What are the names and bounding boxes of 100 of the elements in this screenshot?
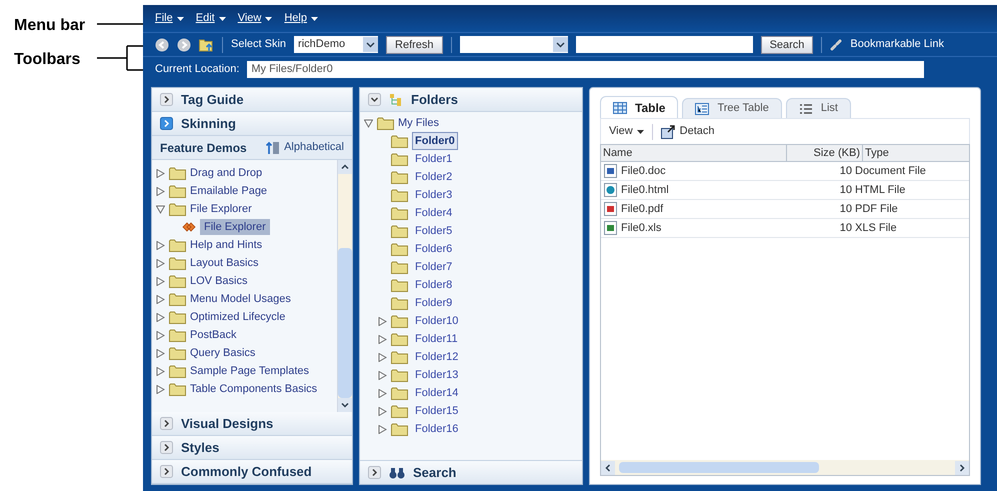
scroll-up-icon[interactable]	[338, 160, 352, 174]
folder-icon	[391, 314, 408, 328]
tree-item[interactable]: Folder10	[412, 312, 462, 330]
menu-item[interactable]: Help	[284, 10, 318, 27]
scroll-thumb[interactable]	[619, 462, 819, 473]
tree-item[interactable]: Folder0	[412, 132, 458, 150]
forward-icon[interactable]	[177, 38, 191, 52]
annotation-label: Toolbars	[14, 50, 80, 70]
tree-item[interactable]: Folder16	[412, 420, 462, 438]
folder-icon	[169, 346, 186, 360]
view-tab[interactable]: Tree Table	[682, 98, 782, 118]
accordion-header[interactable]: Tag Guide	[152, 88, 352, 112]
view-tab[interactable]: Table	[600, 96, 678, 118]
caret-icon	[265, 16, 272, 20]
refresh-button[interactable]: Refresh	[386, 36, 443, 54]
scroll-left-icon[interactable]	[601, 460, 615, 474]
tree-item[interactable]: Sample Page Templates	[190, 362, 310, 380]
skin-dropdown[interactable]: richDemo	[294, 36, 378, 53]
binoculars-icon	[389, 466, 405, 478]
tree-item[interactable]: Menu Model Usages	[190, 290, 291, 308]
tree-item[interactable]: File Explorer	[200, 218, 270, 236]
chevron-right-icon[interactable]	[368, 466, 381, 479]
menu-item[interactable]: View	[238, 10, 272, 27]
tree-item[interactable]: Folder14	[412, 384, 462, 402]
hierarchy-icon	[389, 92, 403, 106]
folder-icon	[169, 364, 186, 378]
search-field[interactable]	[576, 36, 753, 53]
tree-item[interactable]: PostBack	[190, 326, 236, 344]
chevron-down-icon[interactable]	[368, 93, 381, 106]
tree-item[interactable]: Folder12	[412, 348, 462, 366]
folder-icon	[169, 382, 186, 396]
bookmarkable-link[interactable]: Bookmarkable Link	[850, 36, 944, 53]
chevron-right-icon[interactable]	[160, 417, 173, 430]
table-cell-text: File0.doc	[621, 164, 666, 179]
menu-item[interactable]: Edit	[196, 10, 226, 27]
column-header[interactable]: Type	[863, 145, 969, 161]
folder-icon	[391, 206, 408, 220]
chevron-right-icon[interactable]	[160, 465, 173, 478]
folder-icon	[391, 350, 408, 364]
tree-item[interactable]: LOV Basics	[190, 272, 248, 290]
horizontal-scrollbar[interactable]	[601, 460, 969, 475]
tree-item[interactable]: Help and Hints	[190, 236, 262, 254]
sort-button[interactable]: Alphabetical	[266, 139, 344, 156]
tree-item[interactable]: Folder8	[412, 276, 456, 294]
folder-icon	[391, 188, 408, 202]
collapse-arrow-icon[interactable]	[156, 204, 165, 214]
accordion-header[interactable]: Visual Designs	[152, 412, 352, 436]
tree-item[interactable]: Emailable Page	[190, 182, 268, 200]
section-title: Skinning	[181, 114, 236, 133]
scroll-down-icon[interactable]	[338, 398, 352, 412]
table-cell-text: PDF File	[854, 202, 899, 217]
diamond-arrows-icon	[182, 222, 196, 232]
tree-item[interactable]: Query Basics	[190, 344, 256, 362]
accordion-header[interactable]: Commonly Confused	[152, 460, 352, 484]
tree-item[interactable]: My Files	[398, 114, 439, 132]
tree-item[interactable]: Folder11	[412, 330, 461, 348]
folder-up-icon[interactable]	[199, 38, 214, 52]
chevron-right-icon[interactable]	[160, 117, 173, 130]
tree-item[interactable]: Folder9	[412, 294, 456, 312]
tree-item[interactable]: Folder6	[412, 240, 456, 258]
tree-item[interactable]: Layout Basics	[190, 254, 258, 272]
location-field[interactable]: My Files/Folder0	[247, 60, 924, 78]
table-cell-text: File0.pdf	[621, 202, 664, 217]
collapse-arrow-icon[interactable]	[364, 118, 373, 128]
detach-button[interactable]: Detach	[660, 123, 715, 140]
view-menu[interactable]: View	[609, 123, 644, 140]
accordion-header[interactable]: Skinning	[152, 112, 352, 136]
column-header[interactable]: Size (KB)	[787, 145, 863, 161]
scroll-right-icon[interactable]	[955, 460, 969, 474]
tree-item[interactable]: Folder7	[412, 258, 456, 276]
sort-icon	[266, 140, 280, 154]
chevron-right-icon[interactable]	[160, 441, 173, 454]
table-cell-text: 10	[838, 182, 852, 198]
tree-item[interactable]: Table Components Basics	[190, 380, 318, 398]
tree-item[interactable]: File Explorer	[190, 200, 252, 218]
folder-icon	[169, 256, 186, 270]
view-tab[interactable]: List	[786, 98, 851, 118]
chevron-right-icon[interactable]	[160, 93, 173, 106]
folder-icon	[391, 332, 408, 346]
scroll-thumb[interactable]	[338, 248, 352, 398]
accordion-header[interactable]: Styles	[152, 436, 352, 460]
column-header[interactable]: Name	[601, 145, 787, 161]
table-cell-text: HTML File	[854, 182, 906, 198]
tree-item[interactable]: Folder13	[412, 366, 462, 384]
tree-item[interactable]: Folder3	[412, 186, 456, 204]
search-button[interactable]: Search	[760, 36, 814, 54]
tree-item[interactable]: Folder2	[412, 168, 456, 186]
menu-item[interactable]: File	[155, 10, 184, 27]
tree-item[interactable]: Optimized Lifecycle	[190, 308, 286, 326]
tree-item[interactable]: Drag and Drop	[190, 164, 262, 182]
tree-item[interactable]: Folder15	[412, 402, 462, 420]
scrollbar[interactable]	[337, 160, 352, 412]
tree-item[interactable]: Folder1	[412, 150, 456, 168]
back-icon[interactable]	[155, 38, 169, 52]
table-cell-text: File0.html	[621, 182, 669, 198]
spreadsheet-icon	[604, 221, 617, 235]
tree-item[interactable]: Folder5	[412, 222, 456, 240]
folder-icon	[391, 404, 408, 418]
tree-item[interactable]: Folder4	[412, 204, 456, 222]
table-cell-text: 10	[838, 164, 852, 179]
